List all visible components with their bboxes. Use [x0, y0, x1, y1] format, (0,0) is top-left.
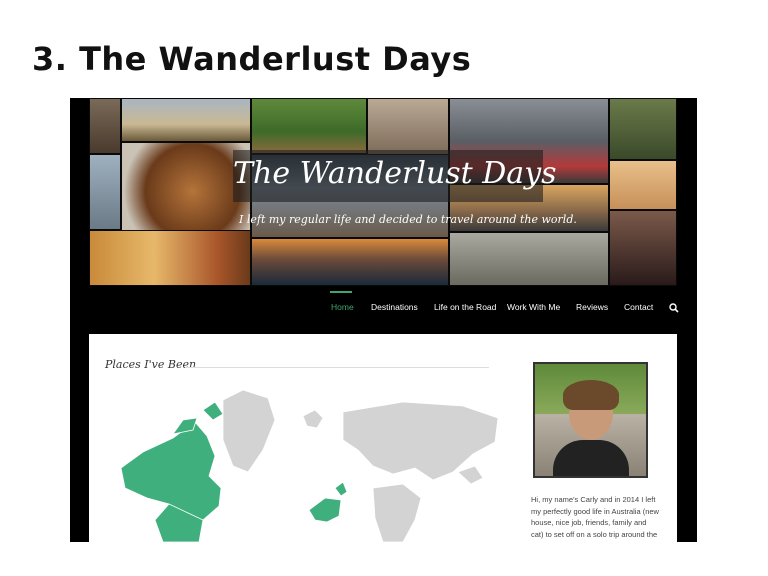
site-tagline: I left my regular life and decided to tr… — [239, 213, 577, 226]
author-bio: Hi, my name's Carly and in 2014 I left m… — [531, 495, 659, 542]
nav-contact[interactable]: Contact — [624, 302, 653, 312]
nav-destinations[interactable]: Destinations — [371, 302, 418, 312]
hero-collage: The Wanderlust Days I left my regular li… — [89, 98, 677, 286]
website-screenshot: The Wanderlust Days I left my regular li… — [70, 98, 697, 542]
nav-home[interactable]: Home — [331, 302, 354, 312]
active-nav-indicator — [330, 291, 352, 293]
nav-reviews[interactable]: Reviews — [576, 302, 608, 312]
nav-life-on-the-road[interactable]: Life on the Road — [434, 302, 496, 312]
main-nav: Home Destinations Life on the Road Work … — [89, 290, 679, 330]
profile-photo — [533, 362, 648, 478]
content-area: Places I've Been Hi, my name's Carly and… — [89, 334, 677, 542]
slide-title: 3. The Wanderlust Days — [32, 40, 472, 78]
map-other-regions — [222, 389, 499, 542]
places-heading: Places I've Been — [105, 358, 197, 371]
world-map[interactable] — [103, 380, 503, 542]
search-icon[interactable] — [669, 303, 679, 313]
heading-divider — [185, 367, 489, 368]
site-title[interactable]: The Wanderlust Days — [233, 156, 557, 191]
nav-work-with-me[interactable]: Work With Me — [507, 302, 560, 312]
